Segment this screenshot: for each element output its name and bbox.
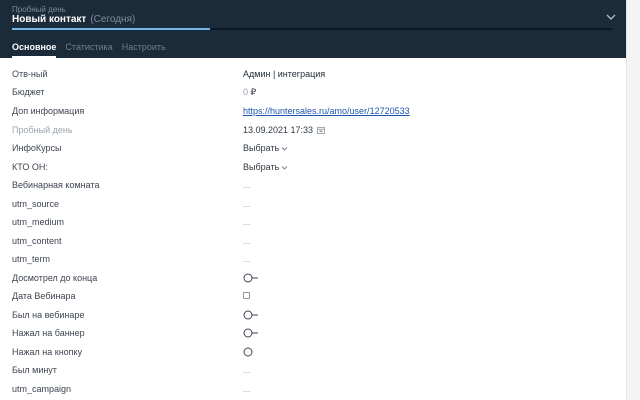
field-webinar-room: Вебинарная комната ... — [0, 177, 626, 195]
lead-date-hint: (Сегодня) — [90, 14, 136, 25]
field-label: Был минут — [12, 365, 57, 375]
field-responsible: Отв-ный Админ | интеграция — [0, 66, 626, 84]
field-utm-source: utm_source ... — [0, 196, 626, 214]
tab-settings[interactable]: Настроить — [122, 42, 166, 58]
utm-medium-input[interactable]: ... — [243, 217, 251, 227]
toggle-switch-icon[interactable] — [243, 310, 261, 320]
webinar-room-input[interactable]: ... — [243, 180, 251, 190]
lead-name[interactable]: Новый контакт — [12, 14, 86, 25]
currency-symbol: ₽ — [250, 87, 257, 97]
lead-title[interactable]: Новый контакт (Сегодня) — [12, 14, 135, 25]
responsible-value[interactable]: Админ | интеграция — [243, 69, 325, 79]
minutes-spent-input[interactable]: ... — [243, 365, 251, 375]
field-label: Дата Вебинара — [12, 291, 76, 301]
field-clicked-banner: Нажал на баннер — [0, 325, 626, 343]
field-label: utm_content — [12, 236, 62, 246]
who-is-select[interactable]: Выбрать — [243, 162, 288, 172]
field-label: Был на вебинаре — [12, 310, 85, 320]
field-label: Нажал на кнопку — [12, 347, 83, 357]
pipeline-stage[interactable]: Пробный день — [12, 5, 66, 14]
field-was-on-webinar: Был на вебинаре — [0, 307, 626, 325]
field-label: utm_medium — [12, 217, 65, 227]
field-utm-campaign: utm_campaign ... — [0, 381, 626, 399]
utm-campaign-input[interactable]: ... — [243, 384, 251, 394]
field-label: Отв-ный — [12, 69, 48, 79]
calendar-icon[interactable] — [317, 126, 325, 134]
toggle-switch-icon[interactable] — [243, 273, 261, 283]
field-utm-content: utm_content ... — [0, 233, 626, 251]
field-label: Пробный день — [12, 125, 73, 135]
field-info-courses: ИнфоКурсы Выбрать — [0, 140, 626, 158]
chevron-down-icon — [281, 166, 288, 170]
card-tabs: Основное Статистика Настроить — [12, 42, 166, 58]
field-who-is: КТО ОН: Выбрать — [0, 159, 626, 177]
tab-statistics[interactable]: Статистика — [65, 42, 112, 58]
field-budget: Бюджет 0 ₽ — [0, 84, 626, 102]
field-webinar-date: Дата Вебинара — [0, 288, 626, 306]
webinar-date-checkbox[interactable] — [243, 292, 250, 299]
extra-info-link[interactable]: https://huntersales.ru/amo/user/12720533 — [243, 106, 410, 116]
tab-main[interactable]: Основное — [12, 42, 57, 58]
field-utm-term: utm_term ... — [0, 251, 626, 269]
field-trial-day: Пробный день 13.09.2021 17:33 — [0, 122, 626, 140]
scrollbar[interactable] — [626, 0, 640, 400]
budget-value: 0 — [243, 87, 249, 97]
lead-header: Пробный день Новый контакт (Сегодня) Осно… — [0, 0, 626, 58]
trial-day-input[interactable]: 13.09.2021 17:33 — [243, 125, 325, 135]
select-value: Выбрать — [243, 143, 280, 153]
field-label: Нажал на баннер — [12, 328, 85, 338]
field-utm-medium: utm_medium ... — [0, 214, 626, 232]
field-label: utm_campaign — [12, 384, 72, 394]
field-label: ИнфоКурсы — [12, 143, 62, 153]
stage-progress-bar[interactable] — [12, 28, 612, 30]
field-watched-to-end: Досмотрел до конца — [0, 270, 626, 288]
stage-progress-fill — [12, 28, 210, 30]
field-label: Бюджет — [12, 87, 45, 97]
radio-circle-icon[interactable] — [243, 347, 253, 357]
budget-input[interactable]: 0 ₽ — [243, 87, 256, 98]
chevron-down-icon — [281, 147, 288, 151]
extra-info-value: https://huntersales.ru/amo/user/12720533 — [243, 106, 410, 116]
field-label: Вебинарная комната — [12, 180, 100, 190]
trial-day-value: 13.09.2021 17:33 — [243, 125, 314, 135]
field-clicked-button: Нажал на кнопку — [0, 344, 626, 362]
select-value: Выбрать — [243, 162, 280, 172]
field-label: utm_term — [12, 254, 51, 264]
field-label: Доп информация — [12, 106, 85, 116]
info-courses-select[interactable]: Выбрать — [243, 143, 288, 153]
field-label: utm_source — [12, 199, 60, 209]
field-label: Досмотрел до конца — [12, 273, 98, 283]
toggle-switch-icon[interactable] — [243, 328, 261, 338]
utm-source-input[interactable]: ... — [243, 199, 251, 209]
field-minutes-spent: Был минут ... — [0, 362, 626, 380]
utm-content-input[interactable]: ... — [243, 236, 251, 246]
chevron-down-icon[interactable] — [604, 10, 618, 24]
utm-term-input[interactable]: ... — [243, 254, 251, 264]
field-extra-info: Доп информация https://huntersales.ru/am… — [0, 103, 626, 121]
field-label: КТО ОН: — [12, 162, 48, 172]
